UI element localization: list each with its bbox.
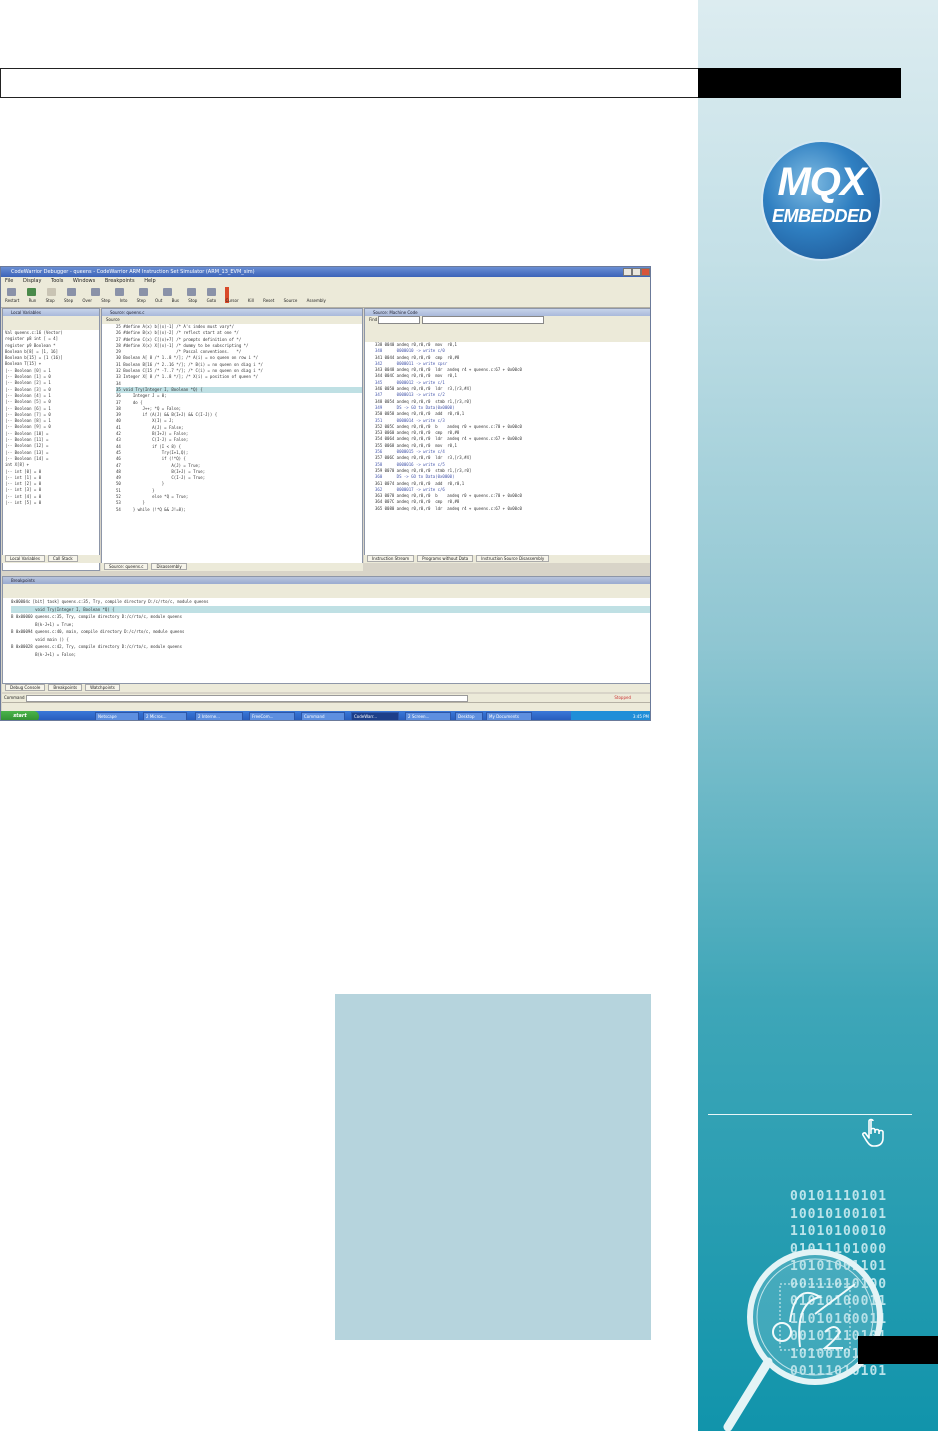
tab-instruction-source[interactable]: Instruction Source Disassembly (476, 555, 550, 562)
command-label: Command (4, 695, 25, 700)
task-netscape[interactable]: Netscape (95, 712, 139, 720)
menu-bar: File Display Tools Windows Breakpoints H… (1, 277, 650, 285)
close-button[interactable] (641, 268, 650, 276)
variables-list: Val queens.c:16 (Vector) register p8 int … (3, 330, 99, 506)
task-command[interactable]: Command (301, 712, 345, 720)
breakpoint-row: B(k-J+1) = True; (11, 621, 74, 627)
task-codewarrior[interactable]: CodeWarr... (351, 712, 399, 720)
local-variables-pane: Local Variables Val queens.c:16 (Vector)… (2, 308, 100, 571)
goto-cursor-icon[interactable] (163, 288, 172, 296)
status-text: Stopped (614, 695, 631, 700)
source-line: 43 C(I-J) = False; (116, 437, 189, 443)
sidebar-divider (708, 1114, 912, 1115)
local-variables-title: Local Variables (3, 309, 99, 316)
toolbar-labels: Restart Run Stop Step Over Step Into Ste… (5, 298, 326, 303)
disassembly-line: 365 0080 andeq r0,r0,r0 ldr andeq r4 + q… (375, 505, 522, 511)
tab-debug-console[interactable]: Debug Console (5, 684, 46, 691)
local-tabs: Local Variables Call Stack (2, 555, 100, 563)
disasm-tabs: Instruction Stream Programs without Data I… (364, 555, 650, 563)
menu-display[interactable]: Display (23, 278, 41, 284)
source-line: 35 void Try(Integer I, Boolean *Q) { (116, 386, 362, 394)
tab-watchpoints[interactable]: Watchpoints (85, 684, 120, 691)
source-line: 54 } while (!*Q && J!=8); (116, 506, 186, 512)
task-freecom[interactable]: FreeCom... (249, 712, 295, 720)
breakpoint-row: B 0x00028 queens.c:42, Try, compile dire… (11, 644, 182, 649)
breakpoints-list: 0x00004c [bit] task] queens.c:35, Try, c… (3, 598, 650, 658)
header-black-tab (698, 68, 901, 98)
breakpoints-toolbar (3, 584, 650, 598)
source-line: 48 B(I+J) = True; (116, 468, 206, 474)
source-code-listing: 25 #define A(x) b[(x)-1] /* A's index mu… (102, 324, 362, 513)
breakpoint-row: B 0x00094 queens.c:40, main, compile dir… (11, 629, 185, 634)
task-desktop[interactable]: Desktop (455, 712, 483, 720)
source-icon[interactable] (187, 288, 196, 296)
sidebar-note-box (335, 994, 651, 1340)
logo-text-line1: MQX (777, 160, 866, 204)
local-variables-toolbar (3, 316, 99, 330)
breakpoint-row: 0x00004c [bit] task] queens.c:35, Try, c… (11, 599, 209, 604)
find-toolbar: Find (365, 316, 650, 342)
command-bar: Command Stopped (2, 694, 650, 702)
binary-line: 10010100101 (790, 1206, 888, 1222)
source-tabs: Source: queens.c Disassembly (101, 563, 363, 571)
logo-text-line2: EMBEDDED (771, 206, 872, 226)
source-pane-title: Source: queens.c (102, 309, 362, 316)
maximize-button[interactable] (632, 268, 641, 276)
task-interne[interactable]: 2 Interne... (195, 712, 243, 720)
machine-code-pane: Source: Machine Code Find 338 0040 andeq… (364, 308, 650, 563)
find-label: Find (369, 317, 378, 322)
minimize-button[interactable] (623, 268, 632, 276)
debugger-screenshot: CodeWarrior Debugger - queens - CodeWarr… (0, 266, 651, 721)
source-label: Source (102, 316, 362, 324)
tab-call-stack[interactable]: Call Stack (47, 555, 78, 562)
tab-programs-without-data[interactable]: Programs without Data (417, 555, 474, 562)
variable-row: |-- int [5] = 0 (5, 500, 42, 506)
breakpoints-title: Breakpoints (3, 577, 650, 584)
debug-toolbar: Restart Run Stop Step Over Step Into Ste… (1, 285, 650, 308)
tab-breakpoints[interactable]: Breakpoints (48, 684, 83, 691)
source-pane: Source: queens.c Source 25 #define A(x) … (101, 308, 363, 571)
breakpoint-row: B(k-J+1) = False; (11, 651, 77, 657)
task-micros[interactable]: 2 Micros... (143, 712, 187, 720)
menu-windows[interactable]: Windows (73, 278, 95, 284)
tab-local-variables[interactable]: Local Variables (5, 555, 45, 562)
step-over-icon[interactable] (67, 288, 76, 296)
task-my-documents[interactable]: My Documents (486, 712, 532, 720)
tab-disassembly[interactable]: Disassembly (151, 563, 187, 570)
windows-taskbar: start Netscape 2 Micros... 2 Interne... … (1, 711, 650, 720)
machine-code-title: Source: Machine Code (365, 309, 650, 316)
pointing-hand-icon (862, 1118, 884, 1147)
menu-help[interactable]: Help (144, 278, 155, 284)
menu-tools[interactable]: Tools (51, 278, 63, 284)
find-field[interactable] (421, 316, 544, 324)
step-out-icon[interactable] (115, 288, 124, 296)
system-tray-clock: 3:45 PM (571, 711, 650, 720)
bottom-tabs: Debug Console Breakpoints Watchpoints (2, 684, 650, 692)
breakpoint-row: void main () { (11, 636, 69, 642)
sidebar-black-tab (858, 1336, 938, 1364)
find-input[interactable] (378, 316, 421, 324)
menu-breakpoints[interactable]: Breakpoints (105, 278, 135, 284)
run-icon[interactable] (27, 288, 36, 296)
breakpoint-row: B 0x00060 queens.c:35, Try, compile dire… (11, 614, 182, 619)
assembly-icon[interactable] (207, 288, 216, 296)
breakpoint-row: void Try(Integer I, Boolean *Q) { (11, 605, 650, 613)
mqx-embedded-logo: MQX EMBEDDED (763, 142, 880, 259)
window-titlebar: CodeWarrior Debugger - queens - CodeWarr… (1, 267, 650, 277)
command-input[interactable] (25, 694, 468, 702)
menu-file[interactable]: File (5, 278, 13, 284)
stop-icon[interactable] (47, 288, 56, 296)
magnifying-glass-icon (723, 1249, 883, 1431)
restart-icon[interactable] (7, 288, 16, 296)
task-screen[interactable]: 2 Screen... (405, 712, 451, 720)
disassembly-listing: 338 0040 andeq r0,r0,r0 mov r0,1 340 0000… (365, 342, 650, 512)
header-rule-box (0, 68, 698, 98)
step-into-icon[interactable] (91, 288, 100, 296)
tab-source-file[interactable]: Source: queens.c (104, 563, 149, 570)
breakpoints-pane: Breakpoints 0x00004c [bit] task] queens.… (2, 576, 650, 684)
start-button[interactable]: start (1, 711, 39, 720)
bus-stop-icon[interactable] (139, 288, 148, 296)
binary-line: 00101110101 (790, 1189, 888, 1204)
tab-instruction-stream[interactable]: Instruction Stream (367, 555, 415, 562)
